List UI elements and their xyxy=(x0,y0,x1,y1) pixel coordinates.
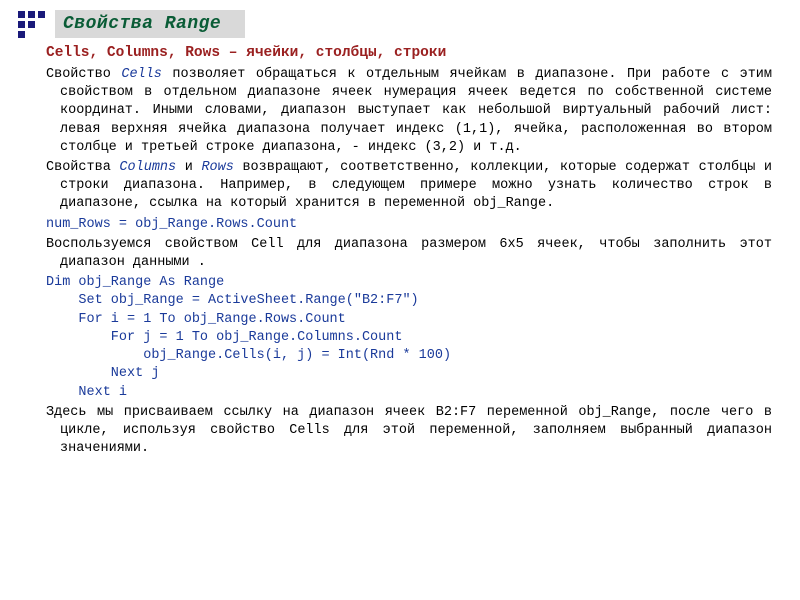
code-block: Dim obj_Range As Range Set obj_Range = A… xyxy=(46,274,772,402)
code-line-rows-count: num_Rows = obj_Range.Rows.Count xyxy=(46,216,772,234)
paragraph-columns-rows: Свойства Columns и Rows возвращают, соот… xyxy=(60,159,772,214)
bullet-decoration xyxy=(18,11,45,38)
text: Свойства xyxy=(46,160,119,175)
keyword-columns: Columns xyxy=(119,160,176,175)
text: и xyxy=(176,160,201,175)
paragraph-summary: Здесь мы присваиваем ссылку на диапазон … xyxy=(60,404,772,459)
slide: Свойства Range Cells, Columns, Rows – яч… xyxy=(0,0,800,470)
title-bar: Свойства Range xyxy=(20,10,772,38)
text: позволяет обращаться к отдельным ячейкам… xyxy=(60,67,772,155)
text: Свойство xyxy=(46,67,121,82)
section-heading: Cells, Columns, Rows – ячейки, столбцы, … xyxy=(46,44,772,64)
content: Cells, Columns, Rows – ячейки, столбцы, … xyxy=(20,44,772,458)
keyword-cells: Cells xyxy=(121,67,162,82)
page-title: Свойства Range xyxy=(55,10,245,38)
paragraph-cell-fill: Воспользуемся свойством Cell для диапазо… xyxy=(46,236,772,272)
paragraph-cells: Свойство Cells позволяет обращаться к от… xyxy=(60,66,772,157)
keyword-rows: Rows xyxy=(201,160,233,175)
